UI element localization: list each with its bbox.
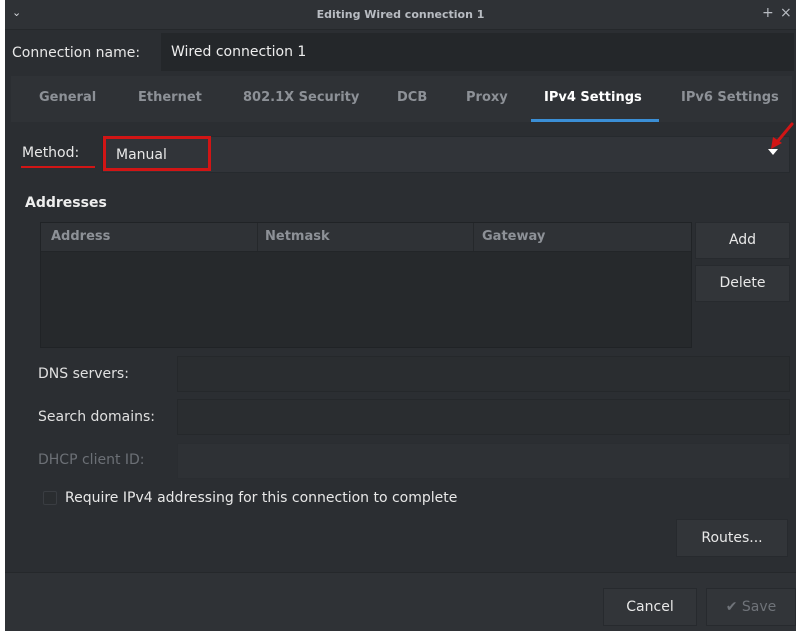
- column-header-address[interactable]: Address: [51, 229, 110, 244]
- annotation-arrow-icon: [771, 122, 794, 149]
- routes-button[interactable]: Routes...: [676, 519, 788, 557]
- method-annotation-underline: [21, 166, 95, 168]
- connection-name-label: Connection name:: [12, 45, 141, 61]
- dns-servers-label: DNS servers:: [38, 366, 129, 382]
- connection-name-row: Connection name:: [5, 30, 796, 72]
- addresses-table[interactable]: Address Netmask Gateway: [40, 222, 692, 348]
- tab-ethernet[interactable]: Ethernet: [138, 90, 202, 105]
- connection-name-input[interactable]: [161, 33, 794, 71]
- column-divider: [257, 223, 258, 251]
- delete-address-button[interactable]: Delete: [695, 265, 790, 302]
- require-ipv4-label[interactable]: Require IPv4 addressing for this connect…: [65, 490, 457, 506]
- settings-tabs: General Ethernet 802.1X Security DCB Pro…: [11, 76, 792, 122]
- tab-dcb[interactable]: DCB: [397, 90, 427, 105]
- method-dropdown[interactable]: Manual: [102, 136, 790, 173]
- column-header-netmask[interactable]: Netmask: [265, 229, 330, 244]
- search-domains-input[interactable]: [177, 399, 790, 435]
- method-label: Method:: [22, 145, 80, 161]
- method-selected-value: Manual: [116, 147, 167, 163]
- cancel-button[interactable]: Cancel: [603, 588, 697, 626]
- minimize-button[interactable]: +: [762, 5, 774, 21]
- addresses-heading: Addresses: [25, 195, 107, 211]
- add-address-button[interactable]: Add: [695, 222, 790, 259]
- tab-proxy[interactable]: Proxy: [466, 90, 508, 105]
- window-title: Editing Wired connection 1: [316, 8, 485, 21]
- tab-general[interactable]: General: [39, 90, 96, 105]
- title-bar: ⌄ Editing Wired connection 1 + ×: [5, 0, 796, 30]
- tab-ipv4-settings[interactable]: IPv4 Settings: [544, 90, 642, 105]
- dhcp-client-id-input[interactable]: [177, 443, 790, 479]
- save-button[interactable]: ✔ Save: [706, 588, 796, 626]
- dns-servers-input[interactable]: [177, 356, 790, 392]
- search-domains-label: Search domains:: [38, 409, 155, 425]
- column-header-gateway[interactable]: Gateway: [482, 229, 545, 244]
- active-tab-indicator: [531, 119, 659, 122]
- column-divider: [473, 223, 474, 251]
- dhcp-client-id-label: DHCP client ID:: [38, 452, 145, 468]
- addresses-table-header: Address Netmask Gateway: [41, 223, 691, 252]
- tab-8021x-security[interactable]: 802.1X Security: [243, 90, 359, 105]
- close-button[interactable]: ×: [780, 5, 792, 21]
- edit-connection-window: ⌄ Editing Wired connection 1 + × Connect…: [5, 0, 796, 631]
- tab-ipv6-settings[interactable]: IPv6 Settings: [681, 90, 779, 105]
- require-ipv4-checkbox[interactable]: [43, 491, 57, 505]
